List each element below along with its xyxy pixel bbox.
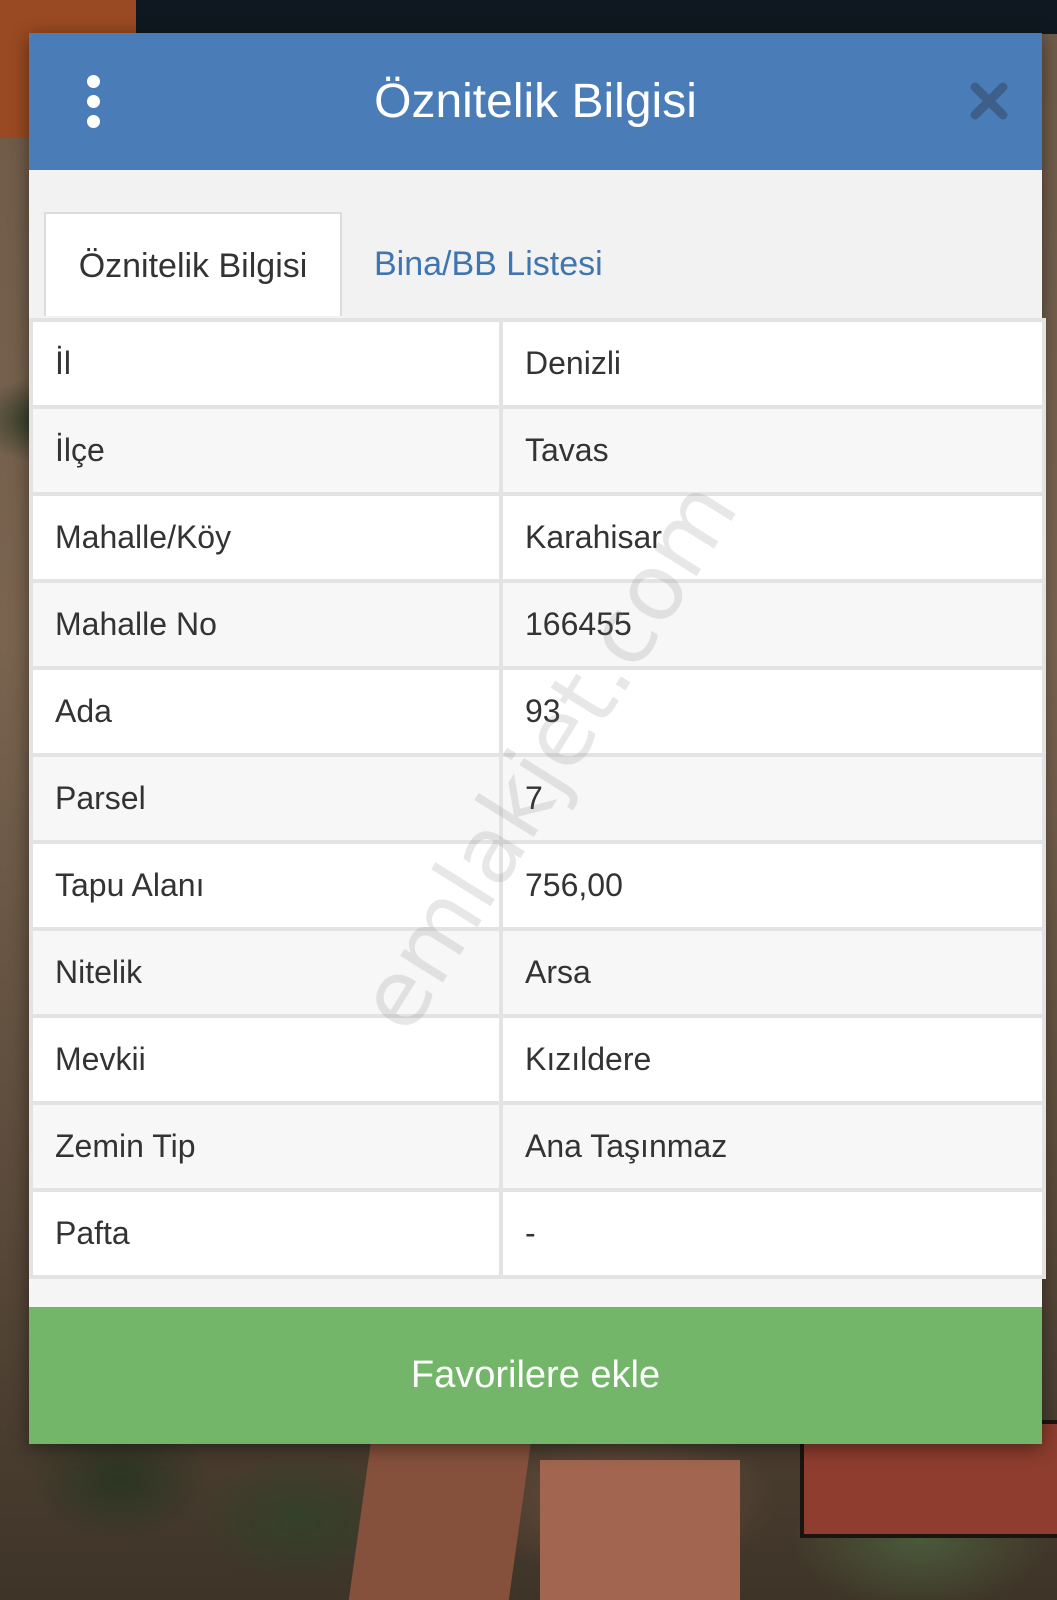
attribute-value: Karahisar — [499, 492, 1046, 583]
attribute-key: Mahalle/Köy — [29, 492, 503, 583]
table-row: Mevkii Kızıldere — [29, 1014, 1046, 1105]
map-top-bar — [0, 0, 1057, 34]
attribute-info-dialog: Öznitelik Bilgisi Öznitelik Bilgisi Bina… — [29, 33, 1046, 1444]
table-row: Tapu Alanı 756,00 — [29, 840, 1046, 931]
attribute-key: Ada — [29, 666, 503, 757]
attribute-key: Tapu Alanı — [29, 840, 503, 931]
table-row: Mahalle No 166455 — [29, 579, 1046, 670]
tab-bar: Öznitelik Bilgisi Bina/BB Listesi — [29, 170, 1042, 318]
table-row: İlçe Tavas — [29, 405, 1046, 496]
attribute-value: Denizli — [499, 318, 1046, 409]
add-to-favorites-button[interactable]: Favorilere ekle — [29, 1307, 1042, 1444]
attribute-key: Parsel — [29, 753, 503, 844]
table-row: Zemin Tip Ana Taşınmaz — [29, 1101, 1046, 1192]
map-building — [540, 1460, 740, 1600]
table-row: Parsel 7 — [29, 753, 1046, 844]
table-row: Pafta - — [29, 1188, 1046, 1279]
attribute-value: Tavas — [499, 405, 1046, 496]
attribute-value: Ana Taşınmaz — [499, 1101, 1046, 1192]
attribute-value: Kızıldere — [499, 1014, 1046, 1105]
table-row: Mahalle/Köy Karahisar — [29, 492, 1046, 583]
attribute-value: 166455 — [499, 579, 1046, 670]
attribute-key: İl — [29, 318, 503, 409]
table-row: Ada 93 — [29, 666, 1046, 757]
attribute-value: 93 — [499, 666, 1046, 757]
attribute-value: 7 — [499, 753, 1046, 844]
close-icon[interactable] — [969, 81, 1009, 121]
table-row: İl Denizli — [29, 318, 1046, 409]
map-building — [348, 1440, 532, 1600]
attribute-value: - — [499, 1188, 1046, 1279]
dialog-header: Öznitelik Bilgisi — [29, 33, 1042, 170]
attribute-key: Pafta — [29, 1188, 503, 1279]
tab-attribute-info[interactable]: Öznitelik Bilgisi — [44, 212, 342, 316]
attribute-key: Zemin Tip — [29, 1101, 503, 1192]
attribute-value: Arsa — [499, 927, 1046, 1018]
more-vertical-icon[interactable] — [79, 71, 109, 131]
table-row: Nitelik Arsa — [29, 927, 1046, 1018]
attribute-key: Nitelik — [29, 927, 503, 1018]
tab-building-list[interactable]: Bina/BB Listesi — [347, 212, 607, 316]
attribute-key: Mahalle No — [29, 579, 503, 670]
dialog-title: Öznitelik Bilgisi — [374, 75, 697, 128]
attribute-key: İlçe — [29, 405, 503, 496]
attribute-key: Mevkii — [29, 1014, 503, 1105]
attribute-table: İl Denizli İlçe Tavas Mahalle/Köy Karahisar Ma… — [29, 318, 1046, 1279]
attribute-value: 756,00 — [499, 840, 1046, 931]
